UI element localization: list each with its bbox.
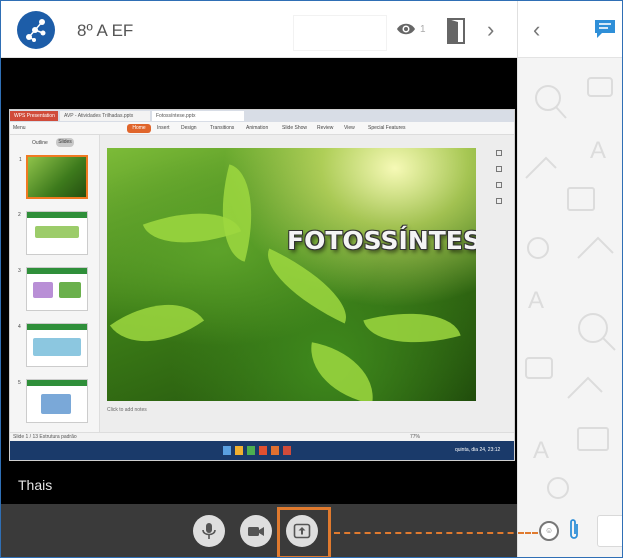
- menu-item-design[interactable]: Design: [181, 124, 197, 133]
- taskbar-clock: quinta, dia 24, 23:12: [455, 447, 501, 453]
- svg-text:A: A: [533, 437, 549, 464]
- slide-number: 2: [18, 212, 21, 218]
- chat-background-pattern: A A A: [525, 77, 616, 499]
- thumb-block: [35, 226, 79, 238]
- svg-text:A: A: [528, 287, 544, 314]
- taskbar-app-icon[interactable]: [247, 446, 255, 455]
- thumb-header: [27, 380, 87, 386]
- slide-leaf: [254, 248, 360, 324]
- menu-item-slideshow[interactable]: Slide Show: [282, 124, 307, 133]
- shared-screen: WPS Presentation AVP - Atividades Trilha…: [9, 109, 515, 461]
- video-stage: WPS Presentation AVP - Atividades Trilha…: [1, 58, 517, 470]
- eye-icon[interactable]: [396, 22, 416, 36]
- os-taskbar: quinta, dia 24, 23:12: [10, 441, 514, 460]
- slide-thumbnail[interactable]: 2: [18, 211, 88, 255]
- menu-item-insert[interactable]: Insert: [157, 124, 170, 133]
- side-toolbar: [496, 150, 508, 214]
- slide-leaf: [109, 279, 205, 367]
- participant-name-bar: Thais: [1, 470, 517, 504]
- slide-thumbnail-panel: Outline Slides 1 2 3 4 5: [10, 135, 100, 435]
- media-control-bar: [1, 504, 517, 557]
- room-title: 8º A EF: [77, 21, 134, 40]
- menu-item-home[interactable]: Home: [127, 124, 151, 133]
- menu-item-special-features[interactable]: Special Features: [368, 124, 406, 133]
- app-window: 8º A EF 1 › WPS Presentation AVP - Ativi…: [0, 0, 623, 558]
- chevron-left-icon[interactable]: ‹: [533, 19, 540, 41]
- slide-status: Slide 1 / 13 Estrutura padrão: [13, 434, 77, 440]
- door-icon[interactable]: [447, 18, 465, 44]
- highlight-connector: [518, 532, 538, 534]
- slide-thumbnail[interactable]: 5: [18, 379, 88, 423]
- slide-thumbnail[interactable]: 1: [19, 155, 88, 199]
- thumb-header: [27, 268, 87, 274]
- svg-text:A: A: [590, 137, 606, 164]
- menu-item-review[interactable]: Review: [317, 124, 333, 133]
- video-camera-icon: [248, 527, 264, 536]
- meeting-pane: 8º A EF 1 › WPS Presentation AVP - Ativi…: [1, 1, 534, 557]
- side-tool-icon[interactable]: [496, 166, 502, 172]
- slide-number: 3: [18, 268, 21, 274]
- slide-title: FOTOSSÍNTESE: [287, 226, 476, 255]
- menu-item-transitions[interactable]: Transitions: [210, 124, 234, 133]
- tab-outline[interactable]: Outline: [32, 140, 48, 146]
- slide-thumbnail[interactable]: 4: [18, 323, 88, 367]
- tab-wps[interactable]: WPS Presentation: [10, 111, 58, 121]
- thumb-header: [27, 324, 87, 330]
- slide-number: 4: [18, 324, 21, 330]
- chevron-right-icon[interactable]: ›: [487, 19, 494, 41]
- menu-item-animation[interactable]: Animation: [246, 124, 268, 133]
- meeting-header: 8º A EF 1 ›: [1, 1, 517, 58]
- notes-placeholder[interactable]: Click to add notes: [107, 407, 147, 413]
- header-blank-field: [293, 15, 387, 51]
- slide-thumbnail[interactable]: 3: [18, 267, 88, 311]
- chat-message-input[interactable]: [597, 515, 622, 547]
- chat-header: ‹: [518, 1, 622, 58]
- tab-fotossintese[interactable]: Fotossíntese.pptx: [152, 111, 244, 121]
- menu-item-view[interactable]: View: [344, 124, 355, 133]
- side-tool-icon[interactable]: [496, 182, 502, 188]
- slide-number: 5: [18, 380, 21, 386]
- emoji-icon[interactable]: ☺: [539, 521, 559, 541]
- app-tab-strip: WPS Presentation AVP - Atividades Trilha…: [10, 110, 514, 122]
- viewer-count: 1: [420, 24, 426, 35]
- share-highlight-box: [277, 507, 331, 557]
- thumb-block: [33, 338, 81, 356]
- slide-leaf: [206, 164, 268, 262]
- app-status-bar: Slide 1 / 13 Estrutura padrão 77%: [10, 432, 514, 441]
- slide-number: 1: [19, 157, 22, 163]
- emoji-face: ☺: [545, 526, 554, 535]
- zoom-level: 77%: [410, 434, 421, 440]
- tab-avp[interactable]: AVP - Atividades Trilhadas.pptx: [60, 111, 150, 121]
- thumb-block: [59, 282, 81, 298]
- tab-slides[interactable]: Slides: [56, 138, 74, 147]
- current-slide[interactable]: FOTOSSÍNTESE: [107, 148, 476, 401]
- side-tool-icon[interactable]: [496, 198, 502, 204]
- network-logo-icon[interactable]: [17, 11, 55, 49]
- chat-bubble-icon[interactable]: [594, 19, 616, 39]
- microphone-icon: [202, 523, 216, 539]
- paperclip-icon[interactable]: [567, 518, 581, 542]
- taskbar-app-icon[interactable]: [235, 446, 243, 455]
- microphone-button[interactable]: [193, 515, 225, 547]
- taskbar-app-icon[interactable]: [283, 446, 291, 455]
- thumb-header: [27, 212, 87, 218]
- slide-leaf: [303, 342, 381, 401]
- taskbar-app-icon[interactable]: [223, 446, 231, 455]
- chat-pane: ‹ A A A ☺: [517, 1, 622, 557]
- camera-button[interactable]: [240, 515, 272, 547]
- side-tool-icon[interactable]: [496, 150, 502, 156]
- ribbon-menu: Menu Home Insert Design Transitions Anim…: [10, 122, 514, 135]
- participant-name: Thais: [18, 477, 53, 493]
- slide-leaf: [363, 297, 461, 359]
- thumb-block: [33, 282, 53, 298]
- highlight-connector: [334, 532, 534, 534]
- taskbar-app-icon[interactable]: [271, 446, 279, 455]
- taskbar-app-icon[interactable]: [259, 446, 267, 455]
- menu-item-menu[interactable]: Menu: [13, 124, 26, 133]
- thumb-block: [41, 394, 71, 414]
